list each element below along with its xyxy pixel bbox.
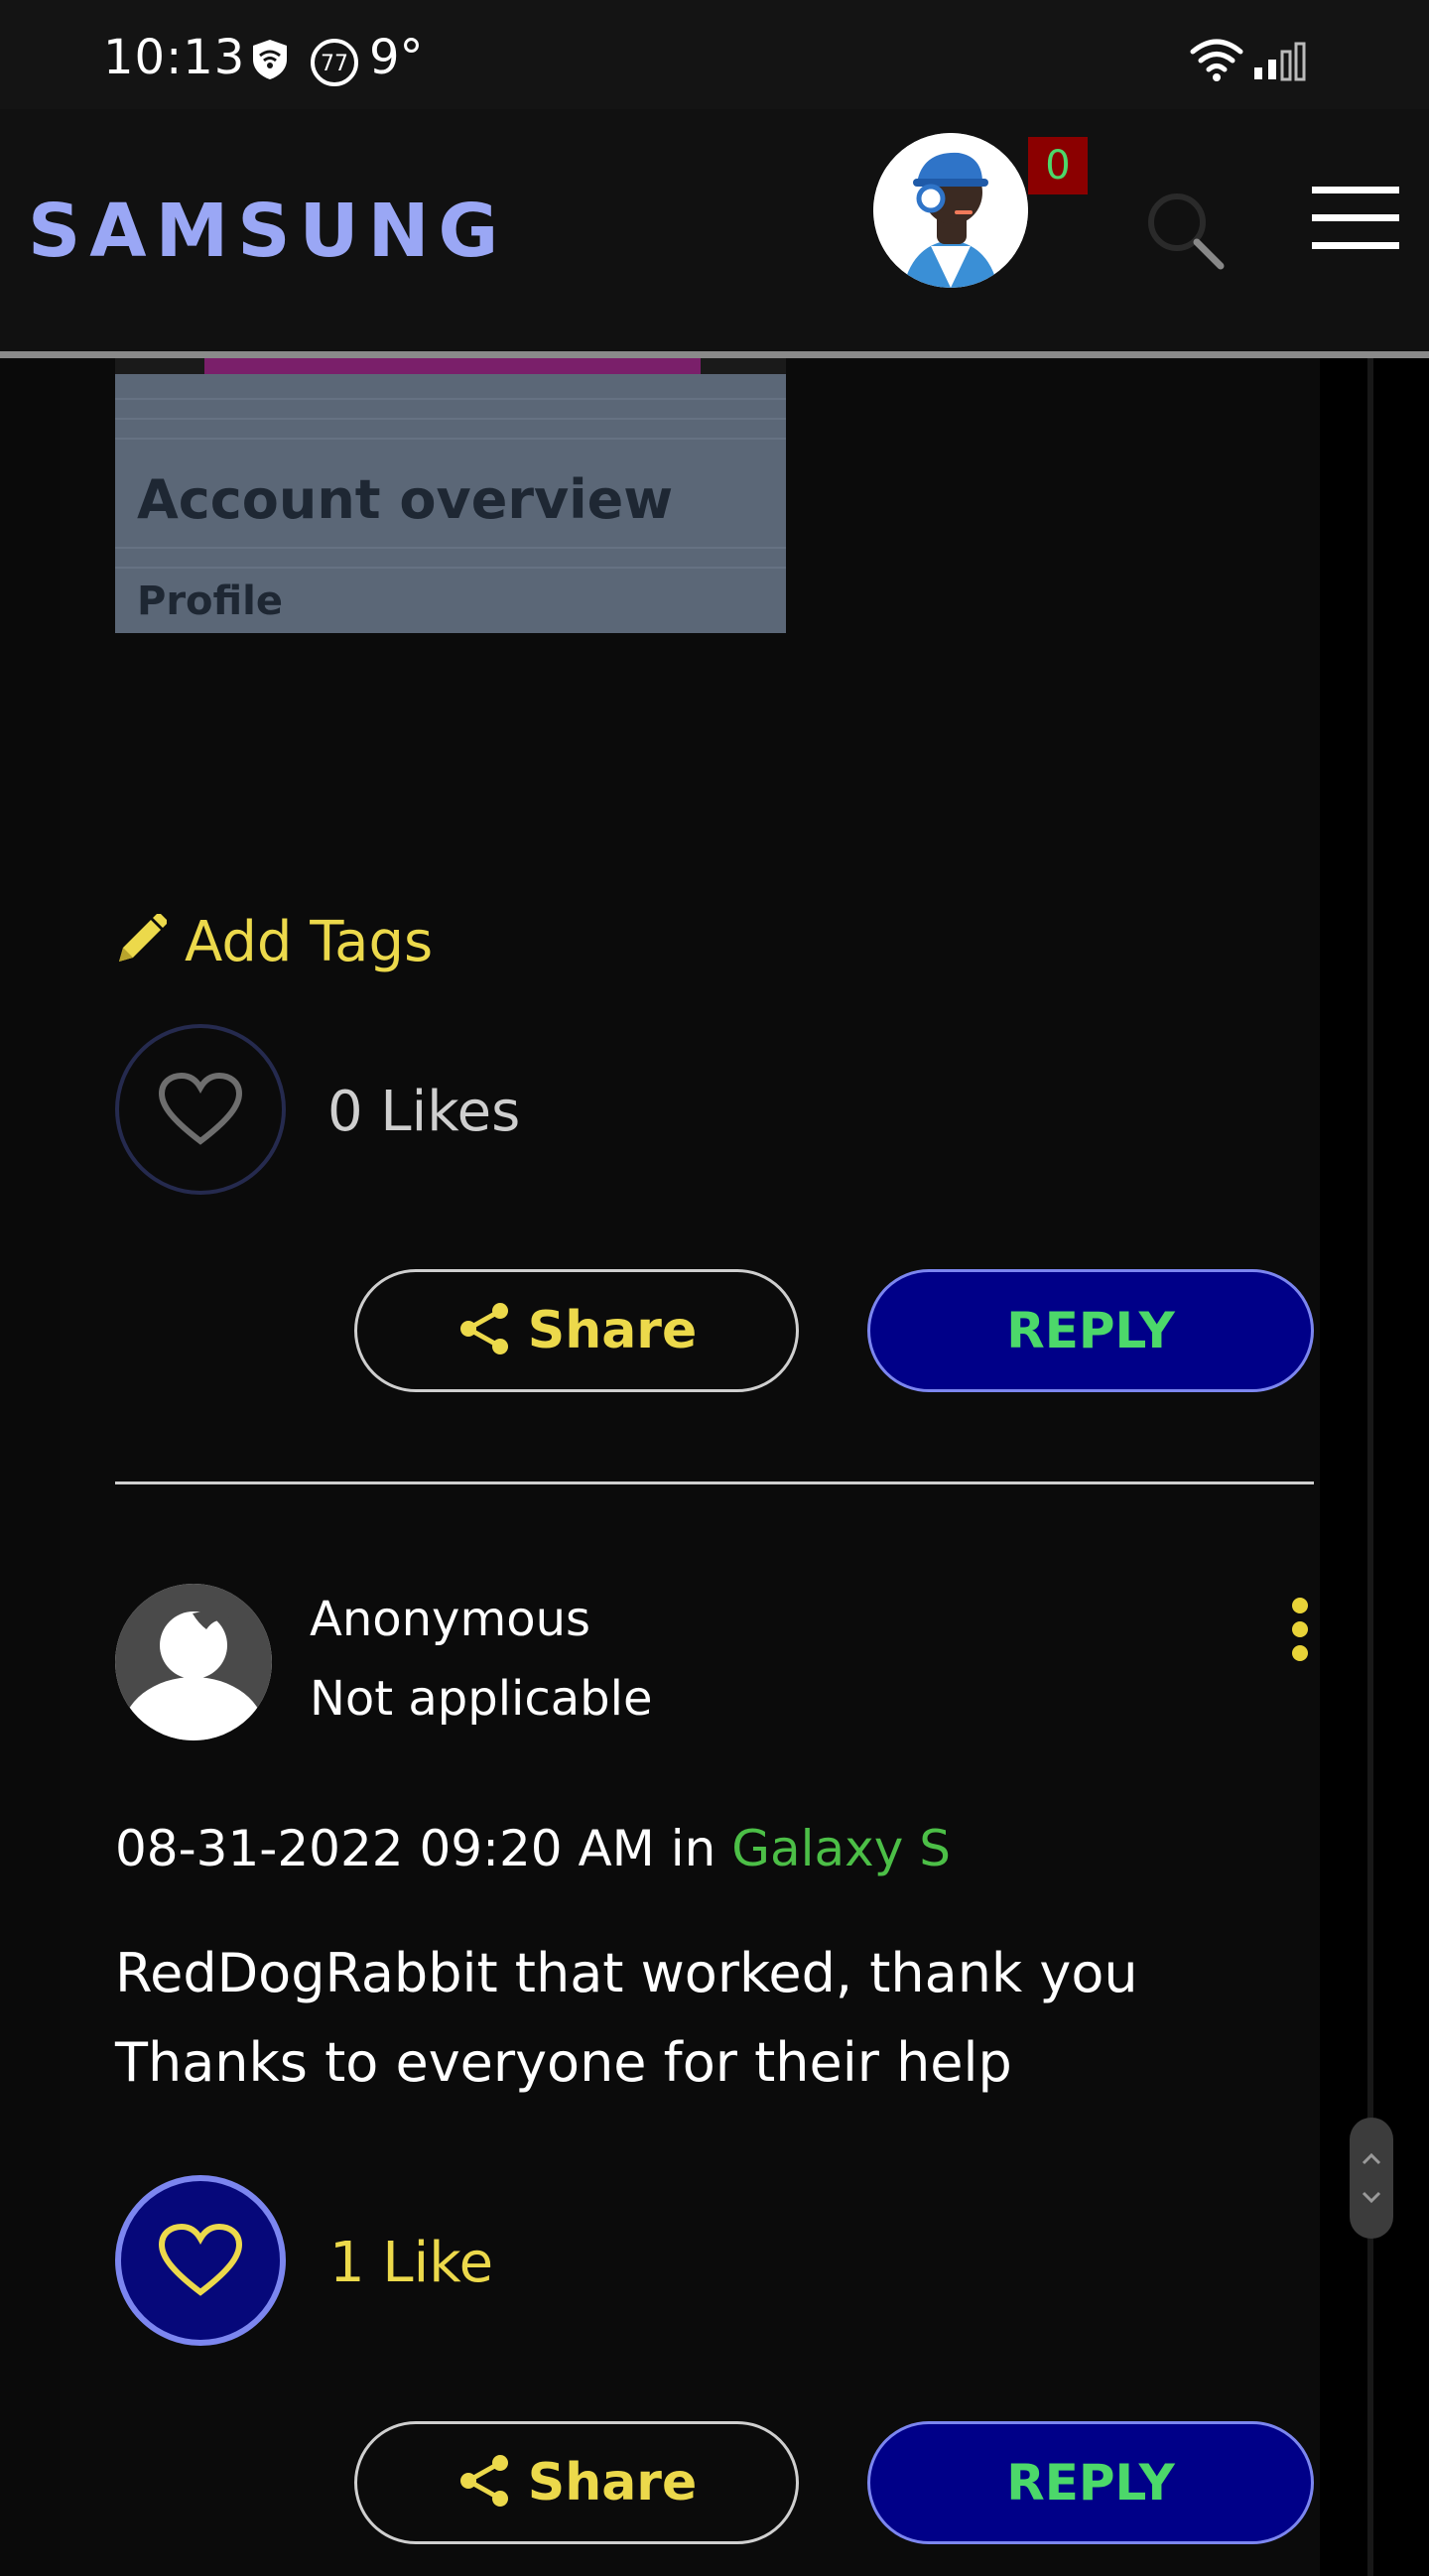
share-label: Share (527, 1301, 698, 1360)
status-bar: 10:13 77 9° (0, 0, 1429, 109)
wifi-icon (1189, 38, 1244, 85)
post-body-line-1: RedDogRabbit that worked, thank you (115, 1942, 1138, 2004)
like-button-active[interactable] (115, 2175, 286, 2346)
image-subtitle: Profile (137, 579, 284, 624)
more-options-icon[interactable] (1292, 1598, 1312, 1669)
post-body: RedDogRabbit that worked, thank you Than… (115, 1929, 1138, 2108)
status-time: 10:13 (103, 30, 246, 85)
scroll-chevrons-icon (1362, 2152, 1381, 2204)
reply-button[interactable]: REPLY (867, 2421, 1314, 2544)
add-tags-link[interactable]: Add Tags (115, 907, 433, 976)
reply-label: REPLY (1006, 2454, 1175, 2512)
share-label: Share (527, 2453, 698, 2512)
content-column-edge (1367, 358, 1373, 2576)
board-link[interactable]: Galaxy S (731, 1820, 951, 1877)
author-rank: Not applicable (310, 1671, 653, 1727)
shield-wifi-icon (250, 38, 290, 85)
header-divider (0, 351, 1429, 358)
reply-label: REPLY (1006, 1302, 1175, 1359)
user-avatar[interactable] (873, 133, 1028, 288)
like-button[interactable] (115, 1024, 286, 1195)
share-button[interactable]: Share (354, 2421, 799, 2544)
share-icon (456, 2453, 512, 2512)
samsung-logo[interactable]: SAMSUNG (28, 189, 507, 274)
likes-count[interactable]: 0 Likes (327, 1080, 520, 1144)
signal-icon (1252, 38, 1318, 85)
post-body-line-2: Thanks to everyone for their help (115, 2031, 1012, 2094)
author-avatar[interactable] (115, 1584, 272, 1740)
author-name[interactable]: Anonymous (310, 1592, 590, 1647)
heart-icon (158, 1072, 243, 1145)
image-title: Account overview (137, 468, 674, 531)
reply-button[interactable]: REPLY (867, 1269, 1314, 1392)
avatar-illustration-icon (873, 133, 1028, 288)
page-margin-left (0, 358, 60, 2576)
attached-image[interactable]: Account overview Profile (115, 374, 786, 633)
search-icon[interactable] (1141, 187, 1231, 280)
share-button[interactable]: Share (354, 1269, 799, 1392)
add-tags-label: Add Tags (185, 909, 434, 974)
circled-number-icon: 77 (310, 38, 359, 91)
hamburger-menu-icon[interactable] (1312, 183, 1399, 258)
post-date: 08-31-2022 09:20 AM (115, 1820, 655, 1877)
default-avatar-icon (115, 1584, 272, 1740)
post-in-word: in (670, 1820, 716, 1877)
site-header: SAMSUNG 0 (0, 109, 1429, 351)
post-divider (115, 1481, 1314, 1484)
status-temperature: 9° (369, 30, 424, 85)
likes-count[interactable]: 1 Like (329, 2231, 493, 2295)
scroll-widget[interactable] (1350, 2118, 1393, 2239)
heart-icon (158, 2223, 243, 2296)
post-metadata: 08-31-2022 09:20 AM in Galaxy S (115, 1820, 951, 1877)
attached-image-top (115, 358, 786, 374)
notification-badge[interactable]: 0 (1028, 137, 1088, 194)
pencil-icon (115, 912, 169, 969)
circled-number-text: 77 (321, 52, 348, 76)
share-icon (456, 1301, 512, 1360)
